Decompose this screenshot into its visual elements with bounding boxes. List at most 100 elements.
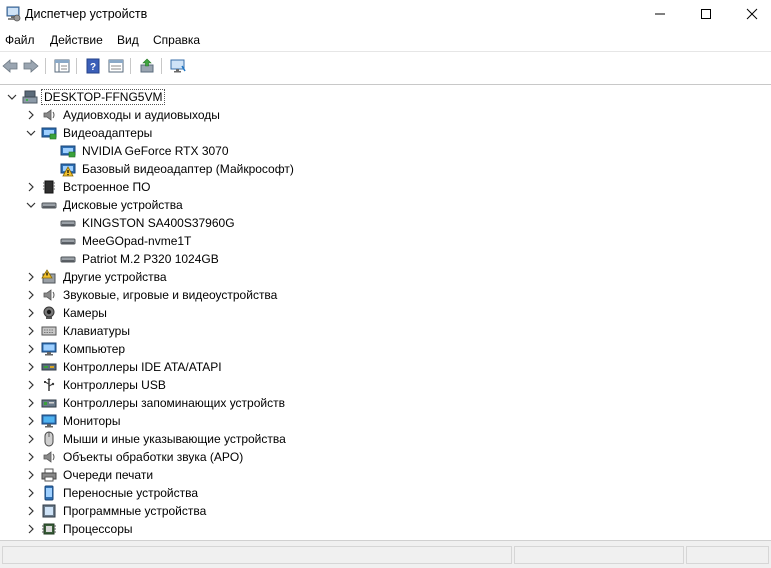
update-driver-button[interactable] [137, 56, 157, 76]
tree-item-label: Переносные устройства [63, 486, 199, 500]
chevron-right-icon[interactable] [26, 272, 36, 282]
toolbar-separator [45, 58, 46, 74]
display-adapter-icon [41, 127, 57, 140]
toolbar-separator [161, 58, 162, 74]
device-tree: DESKTOP-FFNG5VM Аудиовходы и аудиовыходы… [0, 84, 771, 540]
chevron-right-icon[interactable] [26, 326, 36, 336]
storage-controller-icon [41, 399, 57, 408]
chevron-right-icon[interactable] [26, 182, 36, 192]
tree-category-row[interactable]: Звуковые, игровые и видеоустройства [0, 286, 771, 304]
chevron-right-icon[interactable] [26, 308, 36, 318]
keyboard-icon [41, 326, 57, 336]
tree-device-row[interactable]: KINGSTON SA400S37960G [0, 214, 771, 232]
chevron-right-icon[interactable] [26, 470, 36, 480]
tree-category-row[interactable]: Переносные устройства [0, 484, 771, 502]
disk-drive-icon [60, 256, 76, 263]
menu-file[interactable]: Файл [5, 33, 35, 47]
tree-category-row[interactable]: Мыши и иные указывающие устройства [0, 430, 771, 448]
tree-item-label: Другие устройства [63, 270, 167, 284]
tree-category-row[interactable]: Мониторы [0, 412, 771, 430]
tree-category-row[interactable]: Аудиовходы и аудиовыходы [0, 106, 771, 124]
tree-device-row[interactable]: Patriot M.2 P320 1024GB [0, 250, 771, 268]
usb-icon [44, 378, 55, 391]
chevron-right-icon[interactable] [26, 362, 36, 372]
tree-root-label: DESKTOP-FFNG5VM [41, 89, 166, 105]
tree-category-row[interactable]: Встроенное ПО [0, 178, 771, 196]
toolbar-separator [76, 58, 77, 74]
chevron-right-icon[interactable] [26, 434, 36, 444]
tree-category-row[interactable]: Другие устройства [0, 268, 771, 286]
tree-item-label: Мониторы [63, 414, 121, 428]
tree-category-row[interactable]: Компьютер [0, 340, 771, 358]
chevron-right-icon[interactable] [26, 290, 36, 300]
tree-category-row[interactable]: Контроллеры запоминающих устройств [0, 394, 771, 412]
chevron-right-icon[interactable] [26, 506, 36, 516]
portable-device-icon [44, 485, 54, 501]
help-button[interactable]: ? [83, 56, 103, 76]
tree-item-label: MeeGOpad-nvme1T [82, 234, 192, 248]
chevron-right-icon[interactable] [26, 524, 36, 534]
toolbar: ? [0, 51, 771, 79]
tree-root-row[interactable]: DESKTOP-FFNG5VM [0, 88, 771, 106]
monitor-scan-icon [170, 59, 186, 73]
tree-category-row[interactable]: Контроллеры USB [0, 376, 771, 394]
tree-item-label: Контроллеры USB [63, 378, 166, 392]
chevron-down-icon[interactable] [26, 200, 36, 210]
maximize-button[interactable] [683, 0, 729, 28]
device-manager-icon [6, 6, 21, 22]
help-icon: ? [86, 58, 100, 74]
menu-bar: Файл Действие Вид Справка [0, 30, 771, 51]
tree-category-row[interactable]: Программные устройства [0, 502, 771, 520]
tree-category-row[interactable]: Контроллеры IDE ATA/ATAPI [0, 358, 771, 376]
ide-controller-icon [41, 363, 57, 371]
close-button[interactable] [729, 0, 771, 28]
chevron-down-icon[interactable] [7, 92, 17, 102]
tree-item-label: Программные устройства [63, 504, 207, 518]
tree-category-row[interactable]: Камеры [0, 304, 771, 322]
update-driver-icon [140, 58, 154, 73]
tree-item-label: Объекты обработки звука (APO) [63, 450, 244, 464]
menu-help[interactable]: Справка [153, 33, 200, 47]
tree-category-row[interactable]: Процессоры [0, 520, 771, 538]
chevron-right-icon[interactable] [26, 416, 36, 426]
chevron-right-icon[interactable] [26, 344, 36, 354]
mouse-icon [44, 431, 54, 447]
firmware-icon [43, 180, 55, 194]
tree-category-row[interactable]: Очереди печати [0, 466, 771, 484]
tree-item-label: Дисковые устройства [63, 198, 183, 212]
show-hide-console-tree-button[interactable] [52, 56, 72, 76]
tree-item-label: NVIDIA GeForce RTX 3070 [82, 144, 229, 158]
chevron-right-icon[interactable] [26, 110, 36, 120]
tree-category-row[interactable]: Клавиатуры [0, 322, 771, 340]
details-view-icon [108, 59, 124, 73]
tree-category-row[interactable]: Видеоадаптеры [0, 124, 771, 142]
tree-item-label: Контроллеры запоминающих устройств [63, 396, 285, 410]
menu-action[interactable]: Действие [50, 33, 103, 47]
properties-icon [54, 59, 70, 73]
tree-device-row[interactable]: MeeGOpad-nvme1T [0, 232, 771, 250]
tree-item-label: Очереди печати [63, 468, 154, 482]
tree-item-label: Контроллеры IDE ATA/ATAPI [63, 360, 222, 374]
window-title: Диспетчер устройств [25, 7, 148, 21]
tree-device-row[interactable]: NVIDIA GeForce RTX 3070 [0, 142, 771, 160]
forward-button[interactable] [21, 56, 41, 76]
tree-category-row[interactable]: Дисковые устройства [0, 196, 771, 214]
tree-item-label: KINGSTON SA400S37960G [82, 216, 235, 230]
chevron-right-icon[interactable] [26, 452, 36, 462]
details-view-button[interactable] [106, 56, 126, 76]
tree-device-row[interactable]: Базовый видеоадаптер (Майкрософт) [0, 160, 771, 178]
computer-icon [41, 342, 57, 356]
chevron-down-icon[interactable] [26, 128, 36, 138]
chevron-right-icon[interactable] [26, 488, 36, 498]
minimize-button[interactable] [637, 0, 683, 28]
tree-category-row[interactable]: Объекты обработки звука (APO) [0, 448, 771, 466]
scan-hardware-button[interactable] [168, 56, 188, 76]
back-button[interactable] [0, 56, 20, 76]
menu-view[interactable]: Вид [117, 33, 139, 47]
tree-item-label: Клавиатуры [63, 324, 130, 338]
chevron-right-icon[interactable] [26, 398, 36, 408]
tree-item-label: Процессоры [63, 522, 133, 536]
computer-root-icon [22, 90, 38, 104]
chevron-right-icon[interactable] [26, 380, 36, 390]
disk-drive-icon [60, 238, 76, 245]
